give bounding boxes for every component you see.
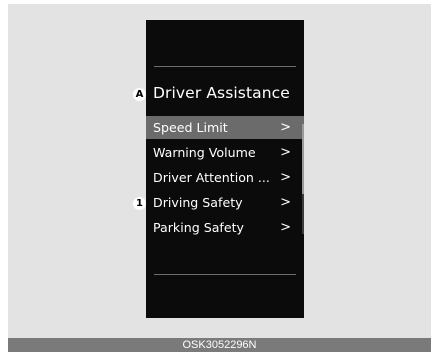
chevron-right-icon: > [280, 120, 291, 135]
divider-bottom [154, 274, 296, 275]
menu-item-label: Driving Safety [153, 195, 243, 210]
menu-list: Speed Limit > Warning Volume > Driver At… [146, 116, 304, 241]
menu-item-label: Parking Safety [153, 220, 244, 235]
instrument-cluster-display: Driver Assistance Speed Limit > Warning … [146, 20, 304, 318]
chevron-right-icon: > [280, 220, 291, 235]
menu-item-label: Driver Attention ... [153, 170, 270, 185]
menu-item-speed-limit[interactable]: Speed Limit > [146, 116, 304, 139]
chevron-right-icon: > [280, 195, 291, 210]
callout-1-marker: 1 [133, 197, 146, 210]
menu-item-driving-safety[interactable]: Driving Safety > [146, 191, 304, 214]
menu-item-parking-safety[interactable]: Parking Safety > [146, 216, 304, 239]
chevron-right-icon: > [280, 145, 291, 160]
divider-top [154, 66, 296, 67]
menu-item-warning-volume[interactable]: Warning Volume > [146, 141, 304, 164]
menu-item-label: Speed Limit [153, 120, 228, 135]
callout-a-marker: A [133, 88, 146, 101]
figure-caption: OSK3052296N [8, 338, 431, 352]
menu-item-label: Warning Volume [153, 145, 256, 160]
menu-item-driver-attention[interactable]: Driver Attention ... > [146, 166, 304, 189]
chevron-right-icon: > [280, 170, 291, 185]
screen-title: Driver Assistance [153, 84, 290, 102]
scrollbar-thumb[interactable] [302, 124, 304, 194]
